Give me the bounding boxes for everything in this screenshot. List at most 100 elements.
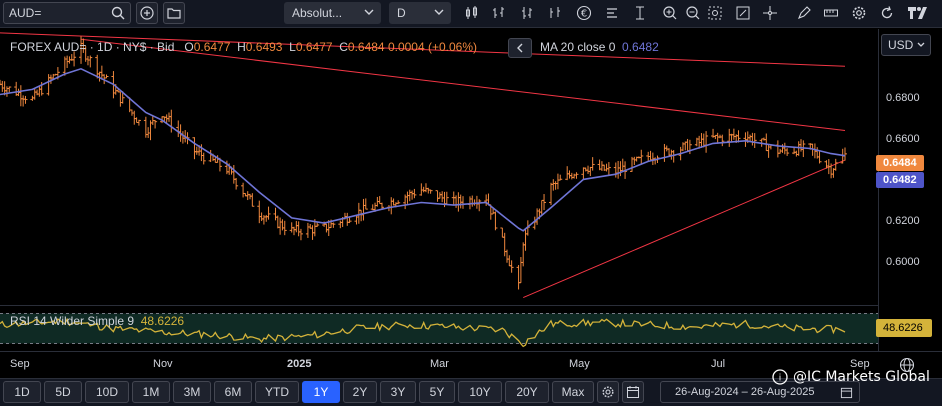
range-button-6m[interactable]: 6M: [214, 381, 252, 403]
legend-high: 0.6493: [245, 40, 283, 54]
bars-icon[interactable]: [490, 4, 508, 22]
price-bar: [683, 141, 688, 151]
reset-icon[interactable]: [878, 4, 896, 22]
range-button-1y[interactable]: 1Y: [302, 381, 340, 403]
price-bar: [292, 226, 297, 236]
euro-icon[interactable]: €: [575, 4, 593, 22]
date-range-text: 26-Aug-2024 – 26-Aug-2025: [675, 386, 815, 398]
price-bar: [396, 200, 401, 205]
price-bar: [632, 156, 637, 166]
price-bar: [167, 112, 171, 122]
ic-markets-logo-icon: i: [772, 369, 788, 385]
price-bar: [95, 54, 100, 79]
legend-open-label: O: [184, 40, 194, 54]
price-chart[interactable]: [0, 29, 878, 304]
price-bar: [458, 194, 463, 209]
range-button-5d[interactable]: 5D: [44, 381, 82, 403]
add-symbol-button[interactable]: [136, 2, 158, 24]
price-bar: [502, 232, 507, 257]
trendline: [523, 159, 846, 299]
rsi-price-tag: 48.6226: [876, 319, 932, 337]
price-bar: [472, 199, 477, 206]
range-button-10d[interactable]: 10D: [85, 381, 129, 403]
range-button-1d[interactable]: 1D: [3, 381, 41, 403]
hlc-icon[interactable]: [546, 4, 564, 22]
rsi-legend: RSI 14 Wilder Simple 9 48.6226: [10, 314, 184, 328]
price-bar: [613, 162, 618, 178]
calendar-button[interactable]: [622, 381, 644, 403]
scale-mode-label: Absolut...: [292, 6, 343, 20]
price-bar: [590, 157, 595, 171]
symbol-text: AUD=: [9, 6, 42, 20]
price-bar: [32, 88, 37, 100]
main-chart-pane[interactable]: [0, 29, 878, 304]
range-button-20y[interactable]: 20Y: [505, 381, 549, 403]
price-bar: [569, 172, 574, 180]
rsi-chart[interactable]: [0, 306, 878, 351]
price-bar: [331, 222, 336, 228]
price-bar: [410, 190, 415, 200]
legend-open: 0.6477: [193, 40, 231, 54]
search-icon[interactable]: [111, 6, 125, 20]
price-scale[interactable]: [878, 29, 942, 351]
price-bar: [435, 190, 440, 202]
candles-icon[interactable]: [463, 4, 481, 22]
indicator-icon[interactable]: [631, 4, 649, 22]
zoom-box-icon[interactable]: [706, 4, 724, 22]
price-bar: [715, 132, 720, 144]
range-button-5y[interactable]: 5Y: [419, 381, 455, 403]
rsi-pane[interactable]: [0, 305, 878, 351]
range-button-1m[interactable]: 1M: [132, 381, 170, 403]
price-bar: [664, 145, 669, 152]
ohlc-icon[interactable]: [518, 4, 536, 22]
rsi-value: 48.6226: [140, 314, 185, 328]
range-button-ytd[interactable]: YTD: [255, 381, 299, 403]
price-bar: [785, 148, 790, 156]
collapse-legend-button[interactable]: [508, 38, 532, 58]
interval-dropdown[interactable]: D: [389, 2, 451, 24]
price-bar: [275, 215, 280, 229]
price-bar: [363, 198, 368, 210]
price-bar: [18, 85, 23, 107]
range-button-10y[interactable]: 10Y: [458, 381, 502, 403]
price-bar: [507, 255, 512, 267]
last-price-tag: 0.6484: [876, 155, 924, 171]
price-bar: [359, 209, 364, 222]
price-bar: [588, 166, 593, 177]
range-button-3m[interactable]: 3M: [173, 381, 211, 403]
range-button-2y[interactable]: 2Y: [343, 381, 377, 403]
currency-dropdown[interactable]: USD: [881, 34, 931, 56]
price-bar: [500, 227, 505, 238]
zoom-out-icon[interactable]: [684, 4, 702, 22]
symbol-search-input[interactable]: AUD=: [3, 2, 131, 24]
draw-icon[interactable]: [795, 4, 813, 22]
price-bar: [298, 228, 303, 241]
price-bar: [132, 110, 137, 125]
price-bar: [4, 86, 9, 97]
price-bar: [509, 260, 514, 273]
gear-icon: [602, 386, 614, 398]
crosshair-icon[interactable]: [761, 4, 779, 22]
price-bar: [516, 265, 521, 290]
price-bar: [264, 214, 269, 222]
price-bar: [257, 200, 262, 224]
ruler-icon[interactable]: [822, 4, 840, 22]
folder-button[interactable]: [163, 2, 185, 24]
price-bar: [7, 86, 12, 93]
zoom-in-icon[interactable]: [661, 4, 679, 22]
range-button-max[interactable]: Max: [552, 381, 594, 403]
price-bar: [518, 257, 523, 284]
x-tick-label: Nov: [153, 358, 173, 370]
gear-icon[interactable]: [850, 4, 868, 22]
price-bar: [296, 221, 301, 237]
scale-mode-dropdown[interactable]: Absolut...: [284, 2, 381, 24]
price-bar: [426, 187, 431, 194]
price-bar: [88, 55, 93, 68]
price-bar: [37, 86, 42, 97]
svg-text:€: €: [581, 9, 587, 20]
fit-icon[interactable]: [734, 4, 752, 22]
compare-icon[interactable]: [603, 4, 621, 22]
range-button-3y[interactable]: 3Y: [380, 381, 416, 403]
price-bar: [817, 150, 822, 164]
range-settings-button[interactable]: [597, 381, 619, 403]
